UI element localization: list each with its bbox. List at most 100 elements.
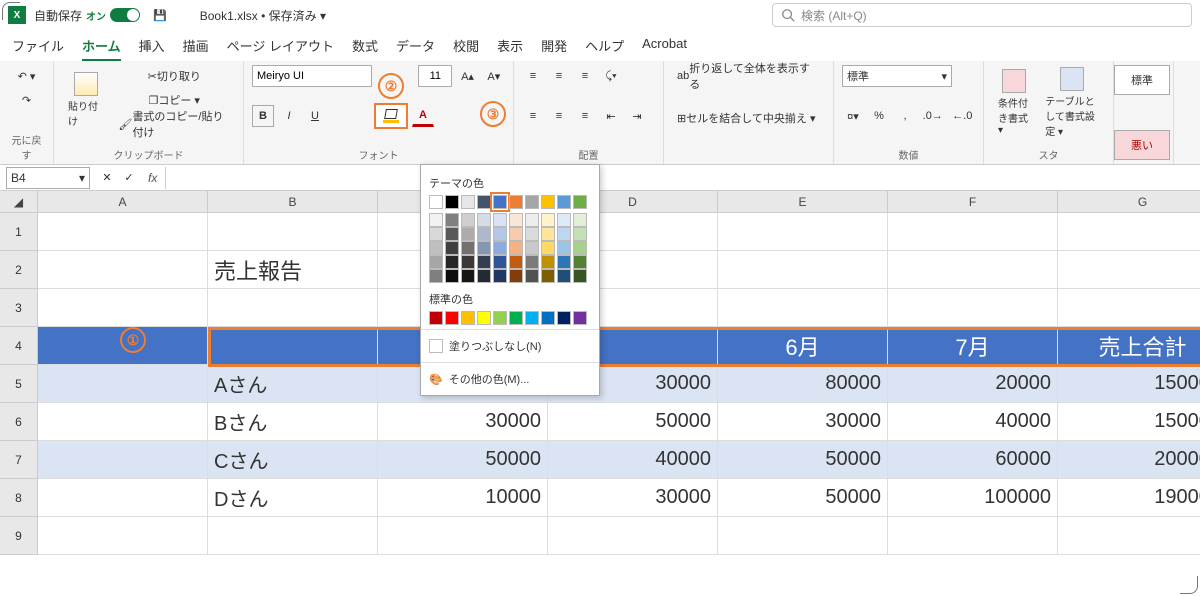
color-swatch[interactable]	[525, 227, 539, 241]
color-swatch[interactable]	[557, 195, 571, 209]
formula-input[interactable]	[165, 167, 1200, 189]
color-swatch[interactable]	[477, 269, 491, 283]
color-swatch[interactable]	[461, 241, 475, 255]
color-swatch[interactable]	[461, 195, 475, 209]
color-swatch[interactable]	[493, 227, 507, 241]
cell[interactable]: Dさん	[208, 479, 378, 517]
cell[interactable]: 50000	[378, 441, 548, 479]
color-swatch[interactable]	[525, 195, 539, 209]
color-swatch[interactable]	[445, 195, 459, 209]
color-swatch[interactable]	[493, 311, 507, 325]
row-header[interactable]: 2	[0, 251, 38, 289]
name-box[interactable]: B4▾	[6, 167, 90, 189]
cell[interactable]	[1058, 517, 1200, 555]
save-icon[interactable]: 💾	[148, 4, 172, 26]
color-swatch[interactable]	[461, 213, 475, 227]
tab-layout[interactable]: ページ レイアウト	[227, 36, 334, 61]
cell[interactable]: 40000	[548, 441, 718, 479]
color-swatch[interactable]	[477, 213, 491, 227]
cell[interactable]	[888, 517, 1058, 555]
select-all-corner[interactable]: ◢	[0, 191, 38, 213]
cell[interactable]: 30000	[718, 403, 888, 441]
confirm-edit-button[interactable]: ✓	[118, 167, 140, 189]
color-swatch[interactable]	[461, 227, 475, 241]
color-swatch[interactable]	[541, 213, 555, 227]
color-swatch[interactable]	[573, 213, 587, 227]
color-swatch[interactable]	[429, 213, 443, 227]
cell[interactable]	[378, 517, 548, 555]
cell[interactable]	[888, 289, 1058, 327]
row-header[interactable]: 5	[0, 365, 38, 403]
cell[interactable]: 7月	[888, 327, 1058, 365]
cell[interactable]: 40000	[888, 403, 1058, 441]
color-swatch[interactable]	[477, 311, 491, 325]
cell[interactable]: Bさん	[208, 403, 378, 441]
number-format-select[interactable]: 標準▾	[842, 65, 952, 87]
orientation-button[interactable]: ⤹▾	[600, 65, 622, 87]
font-size-input[interactable]	[418, 65, 452, 87]
cell[interactable]: 200000	[1058, 441, 1200, 479]
color-swatch[interactable]	[493, 213, 507, 227]
color-swatch[interactable]	[541, 311, 555, 325]
color-swatch[interactable]	[509, 269, 523, 283]
cancel-edit-button[interactable]: ✕	[96, 167, 118, 189]
row-header[interactable]: 6	[0, 403, 38, 441]
dec-decimal-button[interactable]: ←.0	[950, 105, 976, 127]
tab-help[interactable]: ヘルプ	[585, 36, 624, 61]
autosave-toggle[interactable]: 自動保存 オン	[34, 7, 140, 24]
color-swatch[interactable]	[493, 195, 507, 209]
color-swatch[interactable]	[557, 241, 571, 255]
color-swatch[interactable]	[557, 255, 571, 269]
wrap-button[interactable]: ab 折り返して全体を表示する	[672, 65, 825, 87]
style-normal[interactable]: 標準	[1114, 65, 1170, 95]
cell[interactable]: 30000	[378, 403, 548, 441]
cell[interactable]	[718, 517, 888, 555]
color-swatch[interactable]	[445, 227, 459, 241]
cell[interactable]: 100000	[888, 479, 1058, 517]
comma-button[interactable]: ,	[894, 105, 916, 127]
cell[interactable]	[1058, 251, 1200, 289]
color-swatch[interactable]	[557, 269, 571, 283]
color-swatch[interactable]	[525, 255, 539, 269]
tab-insert[interactable]: 挿入	[139, 36, 165, 61]
color-swatch[interactable]	[573, 269, 587, 283]
tab-review[interactable]: 校閲	[453, 36, 479, 61]
cell[interactable]: 6月	[718, 327, 888, 365]
cell[interactable]: 50000	[718, 441, 888, 479]
row-header[interactable]: 1	[0, 213, 38, 251]
color-swatch[interactable]	[541, 195, 555, 209]
color-swatch[interactable]	[445, 213, 459, 227]
cell[interactable]	[548, 517, 718, 555]
format-painter-button[interactable]: 🖌 書式のコピー/貼り付け	[113, 113, 235, 135]
color-swatch[interactable]	[557, 213, 571, 227]
color-swatch[interactable]	[573, 195, 587, 209]
row-header[interactable]: 9	[0, 517, 38, 555]
tab-draw[interactable]: 描画	[183, 36, 209, 61]
color-swatch[interactable]	[573, 227, 587, 241]
cell[interactable]	[38, 517, 208, 555]
tab-view[interactable]: 表示	[497, 36, 523, 61]
color-swatch[interactable]	[429, 311, 443, 325]
cell[interactable]	[718, 289, 888, 327]
search-input[interactable]: 検索 (Alt+Q)	[772, 3, 1192, 27]
color-swatch[interactable]	[461, 311, 475, 325]
decrease-font-button[interactable]: A▾	[483, 65, 505, 87]
toggle-switch-icon[interactable]	[110, 8, 140, 22]
cell[interactable]: 売上報告	[208, 251, 378, 289]
color-swatch[interactable]	[477, 255, 491, 269]
tab-formulas[interactable]: 数式	[352, 36, 378, 61]
table-fmt-button[interactable]: テーブルとして書式設定 ▾	[1039, 65, 1105, 140]
indent-dec-button[interactable]: ⇤	[600, 105, 622, 127]
color-swatch[interactable]	[429, 227, 443, 241]
align-left-button[interactable]: ≡	[522, 105, 544, 127]
cond-fmt-button[interactable]: 条件付き書式 ▾	[992, 67, 1035, 138]
row-header[interactable]: 3	[0, 289, 38, 327]
color-swatch[interactable]	[541, 269, 555, 283]
percent-button[interactable]: %	[868, 105, 890, 127]
no-fill-item[interactable]: 塗りつぶしなし(N)	[429, 334, 591, 358]
color-swatch[interactable]	[429, 269, 443, 283]
color-swatch[interactable]	[493, 255, 507, 269]
color-swatch[interactable]	[509, 213, 523, 227]
cell[interactable]: 80000	[718, 365, 888, 403]
row-header[interactable]: 7	[0, 441, 38, 479]
